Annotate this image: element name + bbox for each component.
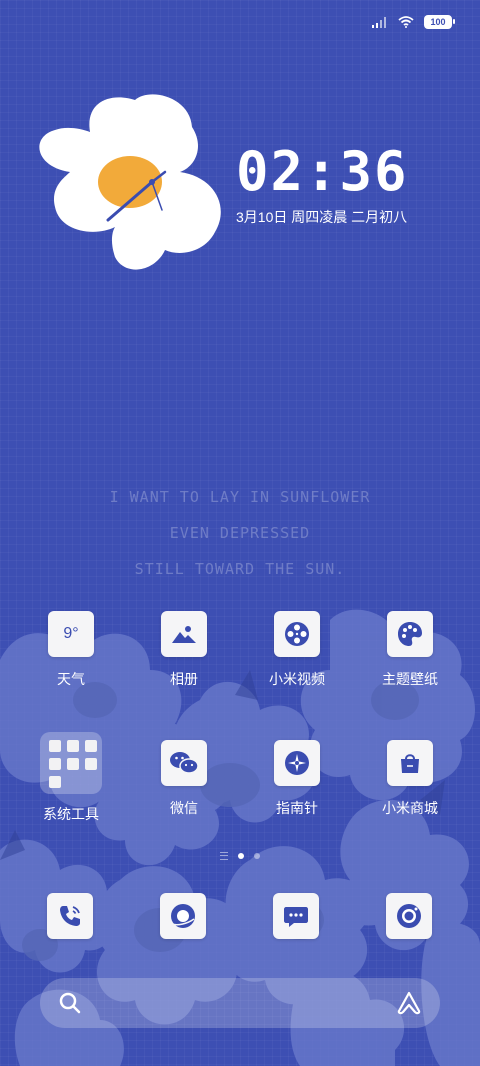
app-label: 天气 xyxy=(57,671,85,687)
search-icon[interactable] xyxy=(58,991,82,1020)
search-bar[interactable] xyxy=(40,978,440,1028)
dock-messages[interactable] xyxy=(273,893,319,939)
wifi-icon xyxy=(398,16,414,28)
voice-assistant-icon[interactable] xyxy=(396,991,422,1020)
quote-line-2: EVEN DEPRESSED xyxy=(169,524,311,542)
signal-icon xyxy=(372,17,386,28)
browser-icon xyxy=(171,904,195,928)
app-gallery[interactable]: 相册 xyxy=(134,611,234,689)
compass-icon xyxy=(274,740,320,786)
flower-clock-widget[interactable] xyxy=(30,92,230,277)
page-indicator[interactable] xyxy=(0,852,480,860)
app-mi-video[interactable]: 小米视频 xyxy=(247,611,347,689)
shop-icon xyxy=(387,740,433,786)
app-system-tools-folder[interactable]: 系统工具 xyxy=(21,732,121,824)
theme-icon xyxy=(387,611,433,657)
folder-icon xyxy=(40,732,102,794)
app-label: 系统工具 xyxy=(43,806,99,822)
weather-icon: 9° xyxy=(48,611,94,657)
status-bar: 100 xyxy=(372,12,455,32)
camera-icon xyxy=(397,904,421,928)
dock-camera[interactable] xyxy=(386,893,432,939)
app-label: 相册 xyxy=(170,671,198,687)
battery-indicator: 100 xyxy=(424,15,455,29)
page-dot-current xyxy=(238,853,244,859)
gallery-icon xyxy=(161,611,207,657)
app-label: 指南针 xyxy=(276,800,318,816)
clock-time[interactable]: 02:36 xyxy=(236,140,409,203)
page-indicator-menu xyxy=(220,852,228,860)
dock-browser[interactable] xyxy=(160,893,206,939)
app-compass[interactable]: 指南针 xyxy=(247,740,347,818)
quote-line-3: STILL TOWARD THE SUN. xyxy=(134,560,346,578)
messages-icon xyxy=(284,907,308,927)
app-mi-store[interactable]: 小米商城 xyxy=(360,740,460,818)
app-label: 小米视频 xyxy=(269,671,325,687)
app-themes[interactable]: 主题壁纸 xyxy=(360,611,460,689)
dock-phone[interactable] xyxy=(47,893,93,939)
clock-date: 3月10日 周四凌晨 二月初八 xyxy=(236,209,408,225)
weather-temp: 9° xyxy=(63,625,79,642)
app-label: 微信 xyxy=(170,800,198,816)
phone-icon xyxy=(60,906,80,926)
app-label: 小米商城 xyxy=(382,800,438,816)
quote-line-1: I WANT TO LAY IN SUNFLOWER xyxy=(109,488,371,506)
app-weather[interactable]: 9° 天气 xyxy=(21,611,121,689)
video-icon xyxy=(274,611,320,657)
page-dot xyxy=(254,853,260,859)
wechat-icon xyxy=(161,740,207,786)
app-label: 主题壁纸 xyxy=(382,671,438,687)
app-wechat[interactable]: 微信 xyxy=(134,740,234,818)
